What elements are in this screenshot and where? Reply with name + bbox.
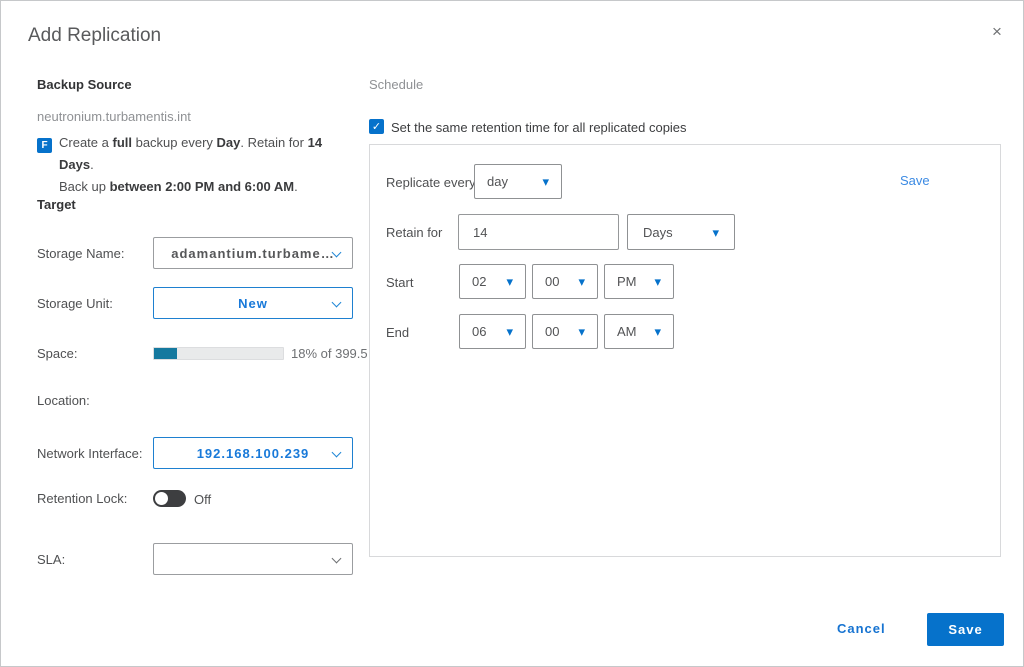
start-label: Start [386, 275, 414, 290]
end-meridiem-value: AM [617, 324, 637, 339]
sla-select[interactable] [153, 543, 353, 575]
end-hour-value: 06 [472, 324, 487, 339]
start-minute-value: 00 [545, 274, 560, 289]
retention-lock-toggle[interactable] [153, 490, 186, 507]
cancel-button[interactable]: Cancel [837, 621, 886, 636]
retention-lock-state: Off [194, 492, 212, 507]
caret-down-icon: ▾ [654, 274, 661, 289]
start-hour-select[interactable]: 02 ▾ [459, 264, 526, 299]
chevron-down-icon [331, 297, 342, 308]
chevron-down-icon [331, 447, 342, 458]
network-interface-value: 192.168.100.239 [196, 445, 310, 461]
location-label: Location: [37, 393, 90, 408]
start-meridiem-value: PM [617, 274, 637, 289]
storage-unit-value: New [238, 295, 268, 311]
checkmark-icon: ✓ [371, 121, 382, 133]
caret-down-icon: ▾ [578, 274, 585, 289]
start-meridiem-select[interactable]: PM ▾ [604, 264, 674, 299]
add-replication-dialog: { "dialog": { "title": "Add Replication"… [0, 0, 1024, 667]
end-label: End [386, 325, 410, 340]
replicate-every-label: Replicate every [386, 175, 476, 190]
caret-down-icon: ▾ [654, 324, 661, 339]
network-interface-label: Network Interface: [37, 446, 143, 461]
close-icon[interactable]: × [992, 23, 1002, 40]
chevron-down-icon [331, 553, 342, 564]
end-meridiem-select[interactable]: AM ▾ [604, 314, 674, 349]
start-minute-select[interactable]: 00 ▾ [532, 264, 598, 299]
storage-name-select[interactable]: adamantium.turbame… [153, 237, 353, 269]
schedule-panel: Replicate every day ▾ Save Retain for Da… [369, 144, 1001, 557]
space-label: Space: [37, 346, 78, 361]
end-minute-value: 00 [545, 324, 560, 339]
retention-lock-label: Retention Lock: [37, 491, 128, 506]
start-hour-value: 02 [472, 274, 487, 289]
full-backup-badge-icon: F [37, 138, 52, 153]
caret-down-icon: ▾ [542, 174, 549, 189]
schedule-heading: Schedule [369, 77, 424, 92]
storage-name-value: adamantium.turbame… [171, 245, 335, 261]
storage-name-label: Storage Name: [37, 246, 125, 261]
caret-down-icon: ▾ [578, 324, 585, 339]
space-progress-track [153, 347, 284, 360]
end-minute-select[interactable]: 00 ▾ [532, 314, 598, 349]
sla-label: SLA: [37, 552, 66, 567]
retain-unit-select[interactable]: Days ▾ [627, 214, 735, 250]
end-hour-select[interactable]: 06 ▾ [459, 314, 526, 349]
target-heading: Target [37, 197, 76, 212]
backup-source-heading: Backup Source [37, 77, 132, 92]
caret-down-icon: ▾ [506, 324, 513, 339]
replicate-frequency-value: day [487, 174, 508, 189]
caret-down-icon: ▾ [506, 274, 513, 289]
space-progress-fill [154, 348, 178, 359]
backup-policy-summary: Create a full backup every Day. Retain f… [59, 132, 359, 198]
dialog-title: Add Replication [28, 25, 162, 46]
policy-line-1: Create a full backup every Day. Retain f… [59, 135, 323, 172]
toggle-knob [155, 492, 168, 505]
same-retention-checkbox-label: Set the same retention time for all repl… [391, 120, 687, 135]
caret-down-icon: ▾ [712, 224, 719, 240]
retain-unit-value: Days [643, 224, 673, 240]
policy-line-2: Back up between 2:00 PM and 6:00 AM. [59, 179, 298, 194]
backup-source-hostname: neutronium.turbamentis.int [37, 109, 191, 124]
replicate-frequency-select[interactable]: day ▾ [474, 164, 562, 199]
same-retention-checkbox[interactable]: ✓ [369, 119, 384, 134]
storage-unit-select[interactable]: New [153, 287, 353, 319]
retain-for-input[interactable] [458, 214, 619, 250]
network-interface-select[interactable]: 192.168.100.239 [153, 437, 353, 469]
retain-for-label: Retain for [386, 225, 443, 240]
storage-unit-label: Storage Unit: [37, 296, 113, 311]
schedule-save-link[interactable]: Save [900, 173, 930, 188]
save-button[interactable]: Save [927, 613, 1004, 646]
